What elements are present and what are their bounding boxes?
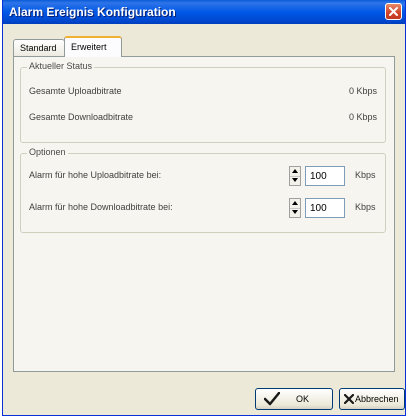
close-button[interactable] — [385, 3, 402, 20]
upload-alarm-input[interactable] — [305, 166, 345, 186]
upload-alarm-unit: Kbps — [355, 170, 376, 180]
spinner-down-icon — [292, 178, 298, 182]
status-group-title: Aktueller Status — [27, 61, 95, 71]
download-bitrate-label: Gesamte Downloadbitrate — [29, 112, 134, 122]
ok-button[interactable]: OK — [255, 388, 333, 410]
options-group-title: Optionen — [27, 147, 68, 157]
cancel-button-label: Abbrechen — [355, 394, 399, 404]
x-icon — [344, 394, 354, 404]
alarm-config-dialog: Alarm Ereignis Konfiguration Standard Er… — [2, 0, 406, 416]
spinner-down-icon — [292, 210, 298, 214]
upload-alarm-spinner[interactable] — [289, 166, 301, 186]
spinner-up-icon — [292, 201, 298, 205]
ok-button-label: OK — [296, 394, 310, 404]
download-alarm-spinner[interactable] — [289, 198, 301, 218]
download-bitrate-value: 0 Kbps — [348, 112, 377, 122]
upload-bitrate-label: Gesamte Uploadbitrate — [29, 86, 122, 96]
download-alarm-unit: Kbps — [355, 202, 376, 212]
close-icon — [389, 7, 398, 16]
upload-spinner-down[interactable] — [290, 176, 300, 185]
download-alarm-input[interactable] — [305, 198, 345, 218]
upload-bitrate-value: 0 Kbps — [348, 86, 377, 96]
spinner-up-icon — [292, 169, 298, 173]
tab-panel-erweitert: Aktueller Status Gesamte Uploadbitrate 0… — [13, 56, 395, 372]
download-alarm-label: Alarm für hohe Downloadbitrate bei: — [29, 202, 173, 212]
checkmark-icon — [264, 392, 280, 406]
window-title: Alarm Ereignis Konfiguration — [9, 5, 176, 19]
upload-alarm-label: Alarm für hohe Uploadbitrate bei: — [29, 170, 162, 180]
download-spinner-down[interactable] — [290, 208, 300, 217]
status-groupbox: Aktueller Status Gesamte Uploadbitrate 0… — [20, 61, 386, 143]
title-bar[interactable]: Alarm Ereignis Konfiguration — [3, 0, 405, 24]
tab-erweitert[interactable]: Erweitert — [64, 36, 122, 57]
options-groupbox: Optionen Alarm für hohe Uploadbitrate be… — [20, 147, 386, 233]
tab-standard[interactable]: Standard — [13, 39, 65, 56]
cancel-button[interactable]: Abbrechen — [339, 388, 405, 410]
